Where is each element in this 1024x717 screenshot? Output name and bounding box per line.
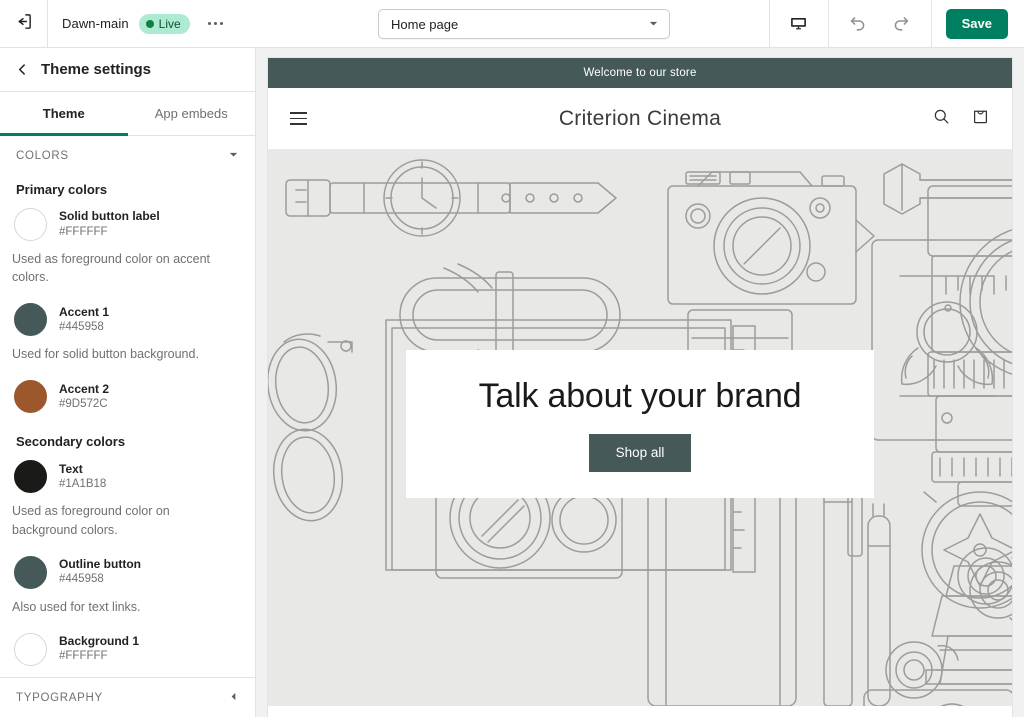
theme-name: Dawn-main <box>62 16 129 31</box>
device-preview-group <box>768 0 828 47</box>
chevron-left-icon <box>228 689 239 707</box>
page-title: Theme settings <box>41 61 152 78</box>
store-name: Criterion Cinema <box>558 106 722 130</box>
chevron-down-icon <box>648 17 659 32</box>
color-row-accent-1[interactable]: Accent 1 #445958 <box>0 296 255 343</box>
page-selector-value: Home page <box>391 16 459 32</box>
save-group: Save <box>930 0 1024 47</box>
hero-section: Talk about your brand Shop all <box>268 150 1012 706</box>
tab-app-embeds-label: App embeds <box>154 106 228 121</box>
settings-sidebar: Theme settings Theme App embeds COLORS P… <box>0 48 256 717</box>
status-badge: Live <box>138 13 190 34</box>
bar <box>290 123 307 125</box>
top-bar: Dawn-main Live Home page Save <box>0 0 1024 48</box>
live-badge-label: Live <box>158 16 181 31</box>
tab-app-embeds[interactable]: App embeds <box>128 92 256 135</box>
search-icon[interactable] <box>932 107 951 131</box>
sidebar-header: Theme settings <box>0 48 255 92</box>
hamburger-menu-icon[interactable] <box>290 112 307 125</box>
redo-icon[interactable] <box>887 9 917 39</box>
color-info: Solid button label #FFFFFF <box>59 209 160 239</box>
color-info: Outline button #445958 <box>59 557 141 587</box>
tab-theme-label: Theme <box>42 106 85 121</box>
color-name: Text <box>59 461 83 476</box>
sidebar-content: COLORS Primary colors Solid button label… <box>0 136 255 677</box>
color-name: Outline button <box>59 556 141 571</box>
section-header-colors[interactable]: COLORS <box>0 136 255 176</box>
color-swatch <box>14 208 47 241</box>
shopping-bag-icon[interactable] <box>971 107 990 131</box>
sidebar-tabs: Theme App embeds <box>0 92 255 136</box>
color-helper-text: Used for solid button background. <box>12 347 199 362</box>
undo-icon[interactable] <box>843 9 873 39</box>
editor-body: Theme settings Theme App embeds COLORS P… <box>0 48 1024 717</box>
color-row-solid-button-label[interactable]: Solid button label #FFFFFF <box>0 201 255 248</box>
section-header-typography[interactable]: TYPOGRAPHY <box>0 677 255 717</box>
color-name: Solid button label <box>59 209 160 224</box>
color-info: Accent 1 #445958 <box>59 305 109 335</box>
exit-to-admin-icon <box>14 12 33 36</box>
dot <box>219 21 224 26</box>
color-swatch <box>14 632 47 666</box>
color-name: Accent 1 <box>59 304 110 319</box>
shop-all-button[interactable]: Shop all <box>588 433 692 472</box>
color-hex: #FFFFFF <box>59 225 108 238</box>
color-row-text[interactable]: Text #1A1B18 <box>0 453 255 500</box>
hero-content-card: Talk about your brand Shop all <box>406 350 874 498</box>
store-preview-frame: Welcome to our store Criterion Cinema Ta… <box>268 58 1012 717</box>
history-group <box>827 0 931 47</box>
live-status-dot <box>145 19 154 28</box>
color-hex: #1A1B18 <box>59 478 107 491</box>
announcement-bar: Welcome to our store <box>268 58 1012 88</box>
exit-editor-button[interactable] <box>0 0 48 47</box>
color-swatch <box>14 460 47 494</box>
header-icons <box>932 107 990 131</box>
store-preview-pane: Welcome to our store Criterion Cinema Ta… <box>256 48 1024 717</box>
color-swatch <box>14 555 47 589</box>
color-swatch <box>14 380 47 414</box>
color-info: Background 1 #FFFFFF <box>59 634 139 664</box>
color-hex: #FFFFFF <box>59 650 108 663</box>
color-name: Background 1 <box>59 634 140 649</box>
color-helper-text: Used as foreground color on background c… <box>12 504 170 537</box>
dot <box>207 21 212 26</box>
color-helper-text: Also used for text links. <box>12 599 141 614</box>
color-row-accent-2[interactable]: Accent 2 #9D572C <box>0 373 255 420</box>
color-hex: #445958 <box>59 320 104 333</box>
group-title-secondary: Secondary colors <box>16 434 126 450</box>
section-header-colors-label: COLORS <box>16 150 69 162</box>
bar <box>290 117 307 120</box>
hero-heading: Talk about your brand <box>478 376 802 415</box>
color-info: Text #1A1B18 <box>59 462 106 492</box>
more-options-icon[interactable] <box>202 10 230 38</box>
page-selector[interactable]: Home page <box>378 9 670 39</box>
top-bar-right-controls: Save <box>768 0 1024 47</box>
desktop-view-icon[interactable] <box>784 9 814 39</box>
color-helper-text: Used as foreground color on accent color… <box>12 252 211 285</box>
group-title-primary: Primary colors <box>16 182 108 197</box>
color-swatch <box>14 303 47 337</box>
chevron-left-icon[interactable] <box>16 63 29 76</box>
color-hex: #445958 <box>59 573 104 586</box>
dot <box>213 21 218 26</box>
theme-meta: Dawn-main Live <box>48 0 230 47</box>
color-hex: #9D572C <box>59 398 108 411</box>
bar <box>290 112 307 114</box>
color-info: Accent 2 #9D572C <box>59 382 109 412</box>
color-row-outline-button[interactable]: Outline button #445958 <box>0 549 255 596</box>
save-button[interactable]: Save <box>945 8 1008 39</box>
chevron-down-icon <box>228 147 239 165</box>
storefront-header: Criterion Cinema <box>268 88 1012 150</box>
color-name: Accent 2 <box>59 381 110 396</box>
tab-theme[interactable]: Theme <box>0 92 128 136</box>
color-row-background-1[interactable]: Background 1 #FFFFFF <box>0 626 255 673</box>
section-header-typography-label: TYPOGRAPHY <box>16 691 103 704</box>
